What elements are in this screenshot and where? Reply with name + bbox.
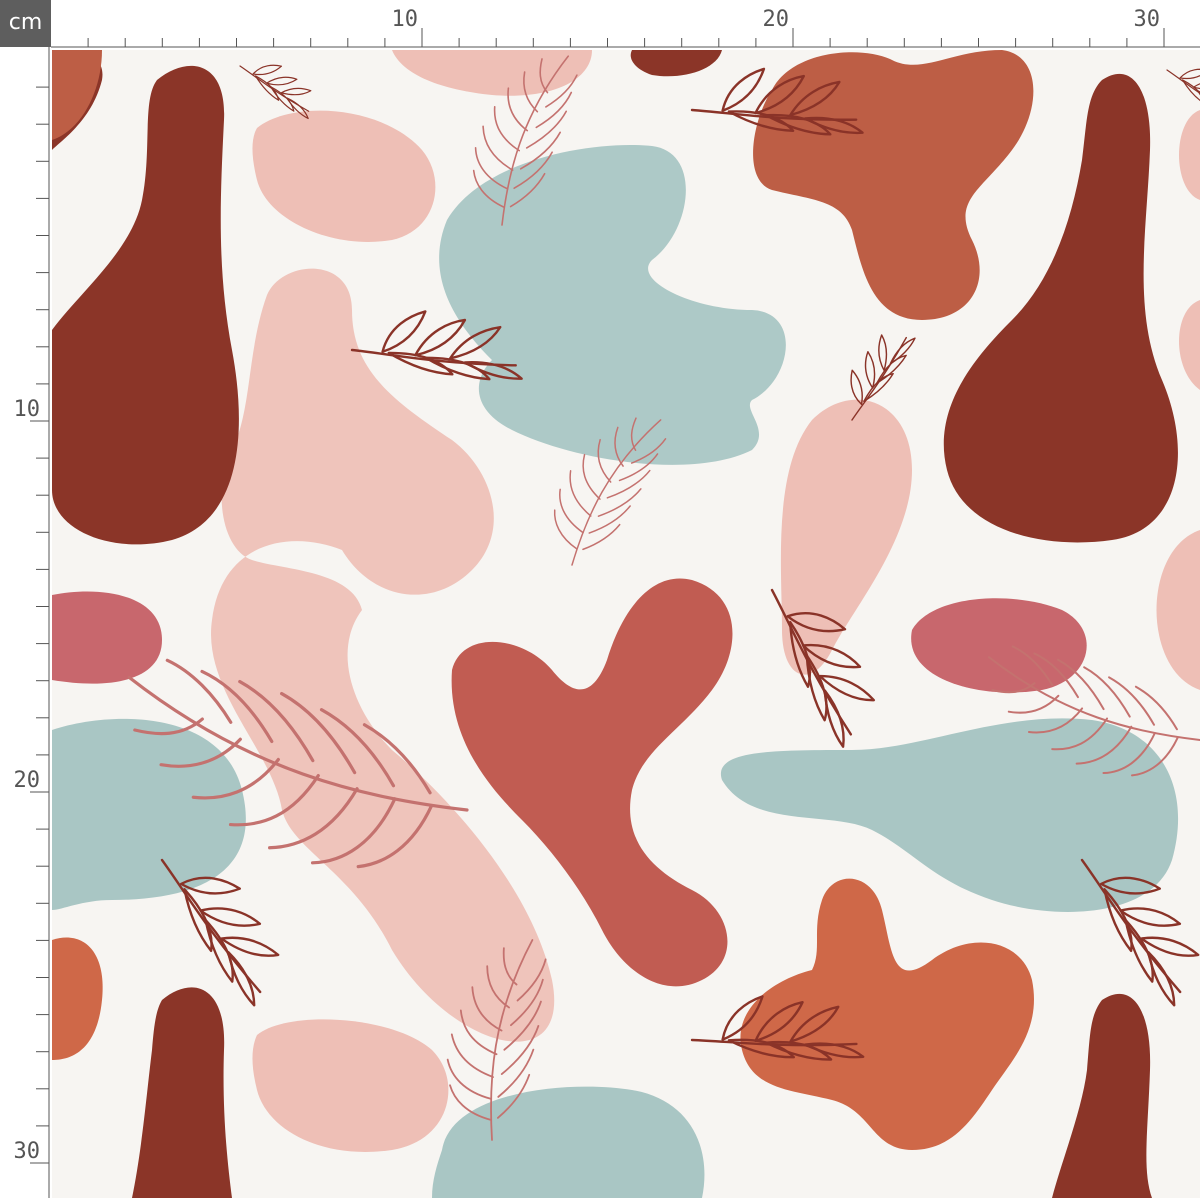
maroon-blob: [630, 50, 722, 77]
sage-blob: [439, 144, 786, 465]
maroon-blob: [1052, 993, 1152, 1198]
ruler-label: 30: [1134, 7, 1161, 32]
left-ruler: 10 20 30: [0, 47, 51, 1198]
ruler-unit-label: cm: [0, 0, 51, 47]
rust-blob: [740, 878, 1034, 1150]
blush-blob: [252, 110, 436, 242]
ruler-label: 10: [14, 397, 41, 422]
leaf-sprig-icon: [1157, 56, 1200, 124]
ruler-label: 20: [763, 7, 790, 32]
ruler-label: 10: [392, 7, 419, 32]
top-ruler: 10 20 30: [51, 0, 1200, 50]
blush-blob: [1179, 300, 1200, 390]
pattern-canvas: [52, 50, 1200, 1198]
fabric-pattern: [52, 50, 1200, 1198]
blush-blob: [1156, 530, 1200, 690]
blush-blob: [780, 399, 912, 675]
rose-blob: [52, 591, 162, 684]
blush-blob: [392, 50, 592, 96]
blush-blob: [252, 1019, 449, 1152]
maroon-blob: [52, 65, 239, 545]
sage-blob: [720, 718, 1179, 912]
leaf-sprig-icon: [230, 52, 323, 120]
ruler-label: 30: [14, 1139, 41, 1164]
sage-blob: [432, 1086, 705, 1198]
rose-blob: [911, 598, 1087, 693]
sage-blob: [52, 718, 246, 910]
blush-blob: [1179, 110, 1200, 200]
rust-blob: [52, 937, 103, 1060]
ruler-label: 20: [14, 768, 41, 793]
maroon-blob: [132, 987, 232, 1198]
